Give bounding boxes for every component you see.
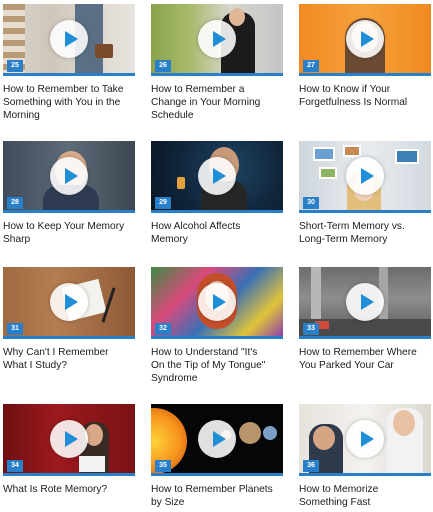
title-line: Change in Your Morning [151,97,261,108]
play-icon[interactable] [198,156,236,195]
play-icon[interactable] [346,156,384,195]
video-card[interactable]: 33 How to Remember Where You Parked Your… [299,267,431,372]
video-number: 34 [7,460,23,472]
title-line: Schedule [151,110,194,121]
title-line: What Is Rote Memory? [3,484,108,495]
video-card[interactable]: 26 How to Remember a Change in Your Morn… [151,4,283,122]
video-card[interactable]: 28 How to Keep Your Memory Sharp [3,141,135,246]
video-thumbnail[interactable]: 35 [151,404,283,476]
title-line: How to Remember Planets [151,484,273,495]
video-card[interactable]: 27 How to Know if Your Forgetfulness Is … [299,4,431,109]
title-line: On the Tip of My Tongue" [151,360,266,371]
title-line: How to Remember to Take [3,84,124,95]
title-line: How Alcohol Affects [151,221,241,232]
video-thumbnail[interactable]: 27 [299,4,431,76]
video-number: 35 [155,460,171,472]
video-title[interactable]: How to Understand "It's On the Tip of My… [151,346,285,385]
video-number: 27 [303,60,319,72]
video-title[interactable]: What Is Rote Memory? [3,483,137,496]
video-title[interactable]: Why Can't I Remember What I Study? [3,346,137,372]
video-title[interactable]: How to Remember Where You Parked Your Ca… [299,346,433,372]
play-icon[interactable] [50,419,88,458]
video-number: 28 [7,197,23,209]
play-icon[interactable] [50,282,88,321]
title-line: Short-Term Memory vs. [299,221,405,232]
video-title[interactable]: How Alcohol Affects Memory [151,220,285,246]
title-line: Syndrome [151,373,198,384]
video-card[interactable]: 25 How to Remember to Take Something wit… [3,4,135,122]
video-title[interactable]: Short-Term Memory vs. Long-Term Memory [299,220,433,246]
title-line: What I Study? [3,360,67,371]
video-thumbnail[interactable]: 34 [3,404,135,476]
video-thumbnail[interactable]: 31 [3,267,135,339]
video-thumbnail[interactable]: 26 [151,4,283,76]
video-number: 31 [7,323,23,335]
video-title[interactable]: How to Remember a Change in Your Morning… [151,83,285,122]
play-icon[interactable] [50,156,88,195]
title-line: Sharp [3,234,31,245]
title-line: Why Can't I Remember [3,347,109,358]
play-icon[interactable] [346,282,384,321]
video-card[interactable]: 35 How to Remember Planets by Size [151,404,283,509]
video-number: 26 [155,60,171,72]
play-icon[interactable] [346,419,384,458]
play-icon[interactable] [50,19,88,58]
video-title[interactable]: How to Memorize Something Fast [299,483,433,509]
title-line: Memory [151,234,188,245]
video-thumbnail[interactable]: 30 [299,141,431,213]
title-line: Something Fast [299,497,371,508]
video-card[interactable]: 31 Why Can't I Remember What I Study? [3,267,135,372]
title-line: How to Understand "It's [151,347,258,358]
video-thumbnail[interactable]: 28 [3,141,135,213]
video-title[interactable]: How to Remember Planets by Size [151,483,285,509]
title-line: Morning [3,110,40,121]
video-number: 36 [303,460,319,472]
title-line: Forgetfulness Is Normal [299,97,408,108]
video-number: 33 [303,323,319,335]
play-icon[interactable] [346,19,384,58]
video-number: 32 [155,323,171,335]
video-title[interactable]: How to Remember to Take Something with Y… [3,83,137,122]
video-thumbnail[interactable]: 36 [299,404,431,476]
video-card[interactable]: 30 Short-Term Memory vs. Long-Term Memor… [299,141,431,246]
video-number: 29 [155,197,171,209]
play-icon[interactable] [198,19,236,58]
title-line: Long-Term Memory [299,234,388,245]
title-line: Something with You in the [3,97,121,108]
video-card[interactable]: 34 What Is Rote Memory? [3,404,135,496]
title-line: You Parked Your Car [299,360,394,371]
title-line: How to Memorize [299,484,379,495]
video-thumbnail[interactable]: 29 [151,141,283,213]
play-icon[interactable] [198,282,236,321]
video-card[interactable]: 32 How to Understand "It's On the Tip of… [151,267,283,385]
video-thumbnail[interactable]: 32 [151,267,283,339]
title-line: How to Know if Your [299,84,391,95]
video-title[interactable]: How to Keep Your Memory Sharp [3,220,137,246]
play-icon[interactable] [198,419,236,458]
title-line: How to Keep Your Memory [3,221,125,232]
video-card[interactable]: 36 How to Memorize Something Fast [299,404,431,509]
video-card[interactable]: 29 How Alcohol Affects Memory [151,141,283,246]
video-number: 25 [7,60,23,72]
video-thumbnail[interactable]: 25 [3,4,135,76]
title-line: by Size [151,497,185,508]
video-grid: 25 How to Remember to Take Something wit… [0,0,433,512]
title-line: How to Remember Where [299,347,417,358]
video-thumbnail[interactable]: 33 [299,267,431,339]
title-line: How to Remember a [151,84,245,95]
video-title[interactable]: How to Know if Your Forgetfulness Is Nor… [299,83,433,109]
video-number: 30 [303,197,319,209]
